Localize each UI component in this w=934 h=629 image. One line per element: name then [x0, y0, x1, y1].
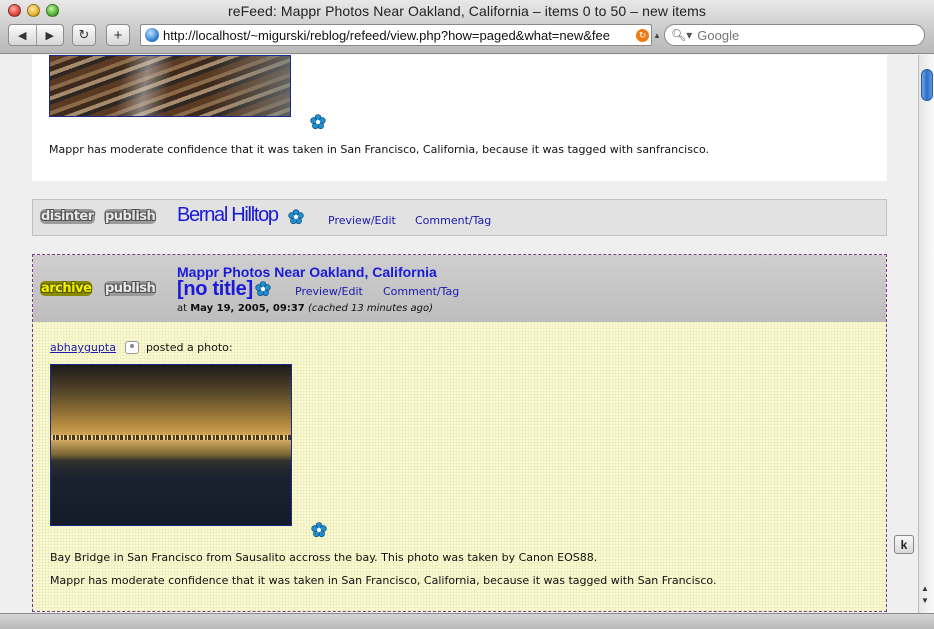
archive-button[interactable]: archive [40, 281, 93, 296]
browser-window: reFeed: Mappr Photos Near Oakland, Calif… [0, 0, 934, 629]
site-globe-icon [145, 28, 159, 42]
post-date: at May 19, 2005, 09:37 (cached 13 minute… [177, 303, 433, 314]
item-title-link[interactable]: Bernal Hilltop [177, 204, 279, 227]
posted-text: posted a photo: [145, 341, 233, 354]
date-prefix: at [177, 303, 191, 314]
search-icon[interactable]: 🔍︎▾ [671, 28, 692, 42]
user-icon[interactable] [124, 341, 139, 354]
post-header: archive publish Mappr Photos Near Oaklan… [33, 255, 886, 322]
comment-tag-link[interactable]: Comment/Tag [383, 285, 459, 298]
k-button[interactable]: k [894, 535, 914, 554]
browser-chrome: reFeed: Mappr Photos Near Oakland, Calif… [0, 0, 934, 54]
photo-caption: Bay Bridge in San Francisco from Sausali… [50, 551, 598, 564]
previous-post: Mappr has moderate confidence that it wa… [32, 55, 887, 181]
author-link[interactable]: abhaygupta [50, 341, 116, 354]
flickr-flower-icon[interactable] [255, 281, 271, 297]
back-forward-buttons: ◀ ▶ [8, 24, 64, 46]
item-bar-bernal-hilltop: disinter publish Bernal Hilltop Preview/… [32, 199, 887, 236]
publish-button[interactable]: publish [104, 281, 157, 296]
confidence-text: Mappr has moderate confidence that it wa… [50, 574, 717, 587]
back-button[interactable]: ◀ [9, 25, 37, 45]
window-title: reFeed: Mappr Photos Near Oakland, Calif… [227, 3, 707, 19]
page-content: Mappr has moderate confidence that it wa… [0, 55, 918, 613]
preview-edit-link[interactable]: Preview/Edit [295, 285, 363, 298]
scroll-down-arrow-icon[interactable]: ▼ [921, 596, 929, 605]
post-title-link[interactable]: [no title] [177, 278, 253, 301]
confidence-text: Mappr has moderate confidence that it wa… [49, 143, 710, 156]
date-value: May 19, 2005, 09:37 [190, 303, 305, 314]
rss-icon[interactable]: ↻ [636, 28, 649, 42]
add-bookmark-button[interactable]: + [106, 24, 130, 46]
reload-button[interactable]: ↻ [72, 24, 96, 46]
disinter-button[interactable]: disinter [40, 209, 95, 224]
comment-tag-link[interactable]: Comment/Tag [415, 214, 491, 227]
cached-note: (cached 13 minutes ago) [307, 303, 434, 314]
poster-line: abhaygupta posted a photo: [50, 341, 233, 354]
flickr-flower-icon[interactable] [310, 114, 326, 130]
scroll-up-arrow-icon[interactable]: ▲ [921, 584, 929, 593]
url-text[interactable]: http://localhost/~migurski/reblog/refeed… [163, 28, 636, 43]
scrollbar-thumb[interactable] [921, 69, 933, 101]
archived-post: archive publish Mappr Photos Near Oaklan… [32, 254, 887, 612]
preview-edit-link[interactable]: Preview/Edit [328, 214, 396, 227]
forward-button[interactable]: ▶ [37, 25, 64, 45]
flickr-flower-icon[interactable] [288, 209, 304, 225]
address-bar[interactable]: http://localhost/~migurski/reblog/refeed… [140, 24, 652, 46]
search-box[interactable]: 🔍︎▾ [664, 24, 925, 46]
flickr-flower-icon[interactable] [311, 522, 327, 538]
publish-button[interactable]: publish [104, 209, 157, 224]
rock-photo[interactable] [49, 55, 291, 117]
status-bar [0, 613, 934, 629]
url-history-arrow-icon[interactable]: ▲ [653, 24, 661, 46]
bay-bridge-photo[interactable] [50, 364, 292, 526]
city-lights [51, 435, 291, 441]
search-input[interactable] [697, 27, 918, 43]
vertical-scrollbar[interactable]: ▲ ▼ [918, 55, 934, 613]
